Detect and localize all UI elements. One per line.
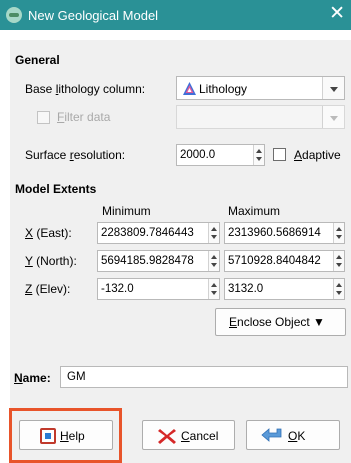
spin-buttons[interactable] (333, 223, 344, 243)
surface-resolution-label: Surface resolution: (25, 148, 126, 162)
section-general-header: General (15, 53, 60, 67)
enter-arrow-icon (261, 428, 282, 442)
title-bar[interactable]: New Geological Model ✕ (0, 0, 351, 30)
filter-data-dropdown[interactable] (176, 105, 345, 129)
window-title: New Geological Model (28, 8, 159, 23)
adaptive-checkbox[interactable] (273, 148, 286, 161)
spin-buttons[interactable] (208, 223, 219, 243)
adaptive-label: Adaptive (294, 148, 341, 162)
spin-buttons[interactable] (208, 279, 219, 299)
section-model-extents-header: Model Extents (15, 182, 97, 196)
base-lithology-dropdown[interactable]: Lithology (176, 76, 345, 100)
name-label: Name: (14, 371, 51, 385)
app-icon (6, 7, 22, 23)
x-east-label: X (East): (25, 226, 72, 240)
spin-buttons[interactable] (253, 145, 264, 165)
lithology-icon (183, 82, 196, 95)
ok-label: OK (288, 429, 306, 443)
dialog-body: General Base lithology column: Lithology… (10, 40, 351, 463)
filter-data-checkbox[interactable] (37, 111, 50, 124)
help-highlight-box (9, 408, 122, 463)
x-max-input[interactable]: 2313960.5686914 (224, 222, 345, 244)
surface-resolution-input[interactable]: 2000.0 (176, 144, 265, 166)
base-lithology-value: Lithology (199, 82, 248, 96)
name-input[interactable]: GM (60, 366, 348, 388)
spin-buttons[interactable] (208, 251, 219, 271)
filter-data-label: Filter data (57, 110, 111, 124)
enclose-object-button[interactable]: Enclose Object ▼ (215, 308, 346, 336)
base-lithology-label: Base lithology column: (25, 82, 146, 96)
cancel-icon (158, 429, 176, 444)
minimum-column-header: Minimum (102, 204, 151, 218)
maximum-column-header: Maximum (228, 204, 281, 218)
cancel-label: Cancel (181, 429, 219, 443)
chevron-down-icon[interactable] (322, 106, 344, 128)
ok-button[interactable]: OK (246, 420, 340, 450)
y-north-label: Y (North): (25, 254, 77, 268)
spin-buttons[interactable] (333, 251, 344, 271)
y-min-input[interactable]: 5694185.9828478 (97, 250, 220, 272)
close-icon[interactable]: ✕ (329, 4, 345, 24)
x-min-input[interactable]: 2283809.7846443 (97, 222, 220, 244)
z-max-input[interactable]: 3132.0 (224, 278, 345, 300)
cancel-button[interactable]: Cancel (142, 420, 235, 450)
z-elev-label: Z (Elev): (25, 282, 71, 296)
spin-buttons[interactable] (333, 279, 344, 299)
z-min-input[interactable]: -132.0 (97, 278, 220, 300)
chevron-down-icon[interactable] (322, 77, 344, 99)
y-max-input[interactable]: 5710928.8404842 (224, 250, 345, 272)
enclose-object-label: Enclose Object ▼ (229, 315, 325, 329)
